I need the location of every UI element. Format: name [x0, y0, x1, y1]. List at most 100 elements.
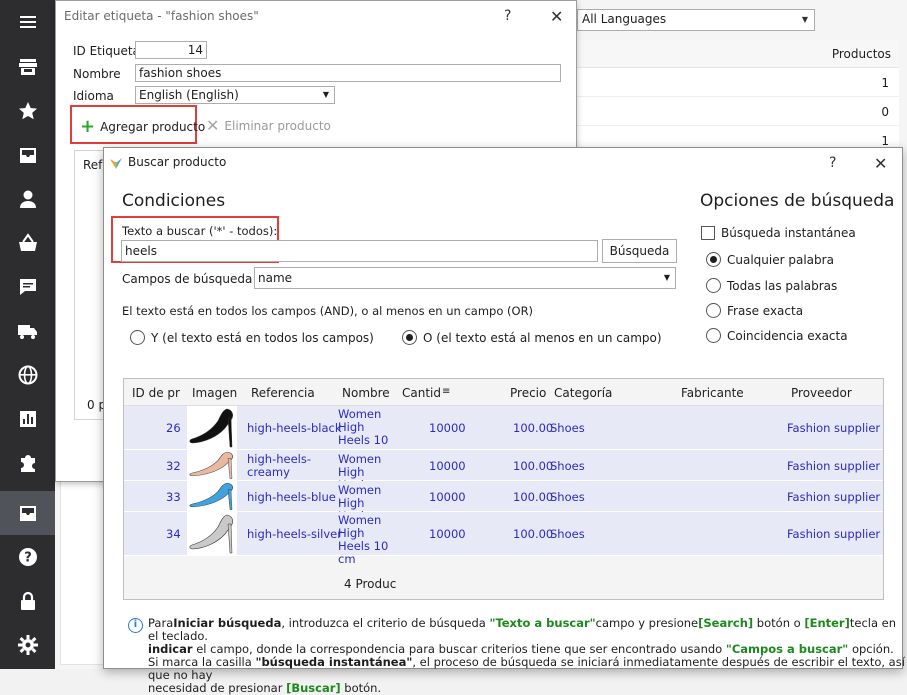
cell-category: Shoes — [550, 527, 585, 541]
name-label: Nombre — [73, 67, 121, 81]
match-exact-phrase[interactable]: Frase exacta — [706, 303, 803, 318]
radio-or[interactable]: O (el texto está al menos en un campo) — [402, 330, 662, 345]
inbox-icon — [19, 506, 36, 521]
sort-icon[interactable]: ≡ — [442, 386, 450, 397]
instant-search-checkbox[interactable]: Búsqueda instantánea — [701, 226, 856, 240]
column-header-manufacturer[interactable]: Fabricante — [681, 386, 744, 400]
column-header-id[interactable]: ID de pr — [132, 386, 180, 400]
column-header-category[interactable]: Categoría — [554, 386, 612, 400]
info-text-part: "Campos a buscar" — [725, 642, 849, 656]
radio-icon — [706, 303, 721, 318]
column-header-price[interactable]: Precio — [510, 386, 546, 400]
shoe-image — [187, 406, 237, 449]
sidebar-item-menu[interactable] — [0, 0, 55, 44]
radio-icon — [130, 330, 145, 345]
sidebar-item-chart[interactable] — [0, 397, 55, 441]
plus-icon: + — [80, 116, 96, 137]
sidebar-item-help[interactable]: ? — [0, 535, 55, 579]
menu-icon — [19, 16, 36, 28]
chevron-down-icon: ▼ — [322, 90, 329, 99]
cell-id: 32 — [166, 459, 181, 473]
match-exact-match[interactable]: Coincidencia exacta — [706, 328, 848, 343]
chevron-down-icon: ▼ — [663, 273, 670, 282]
sidebar-item-gear[interactable] — [0, 623, 55, 667]
add-product-label: Agregar producto — [100, 120, 206, 134]
cell-reference: high-heels-creamy — [247, 452, 311, 479]
column-header-image[interactable]: Imagen — [192, 386, 237, 400]
svg-text:?: ? — [24, 551, 32, 566]
shoe-image — [187, 450, 237, 480]
close-button[interactable]: ✕ — [874, 154, 887, 173]
inbox-icon — [19, 148, 36, 163]
table-row[interactable]: 32 high-heels-creamy Women High Heels 10… — [124, 450, 883, 492]
message-icon — [19, 279, 36, 295]
search-button[interactable]: Búsqueda — [602, 239, 677, 263]
sidebar-item-inbox[interactable] — [0, 133, 55, 177]
column-header-name[interactable]: Nombre — [342, 386, 390, 400]
column-header-quantity[interactable]: Cantid — [402, 386, 441, 400]
table-row[interactable]: 0 — [573, 97, 899, 126]
table-row[interactable]: 1 — [573, 68, 899, 97]
fields-label: Campos de búsqueda en — [122, 272, 272, 286]
sidebar-item-inbox[interactable] — [0, 491, 55, 535]
id-field[interactable]: 14 — [135, 41, 207, 59]
cell-price: 100.00 — [513, 459, 554, 473]
remove-product-label: Eliminar producto — [224, 119, 331, 133]
add-product-button[interactable]: + Agregar producto — [80, 118, 205, 136]
grid-header: ID de pr Imagen Referencia Nombre Cantid… — [124, 379, 883, 406]
products-column-header[interactable]: Productos — [573, 40, 899, 68]
match-option-label: Todas las palabras — [727, 278, 838, 293]
help-icon: ? — [18, 548, 37, 566]
cell-quantity: 10000 — [429, 421, 466, 435]
radio-icon — [706, 328, 721, 343]
grid-footer-count: 4 Produc — [344, 577, 397, 591]
table-row[interactable]: 34 high-heels-silver Women High Heels 10… — [124, 512, 883, 566]
info-text: ParaIniciar búsqueda, introduzca el crit… — [148, 617, 907, 695]
language-select[interactable]: All Languages ▼ — [577, 9, 815, 31]
sidebar-item-store[interactable] — [0, 45, 55, 89]
dialog-title: Editar etiqueta - "fashion shoes" — [64, 9, 259, 23]
language-dropdown[interactable]: English (English) ▼ — [135, 86, 335, 104]
sidebar-item-globe[interactable] — [0, 353, 55, 397]
shoe-image — [187, 512, 237, 555]
sidebar-item-truck[interactable] — [0, 309, 55, 353]
language-select-value: All Languages — [582, 12, 667, 26]
radio-and[interactable]: Y (el texto está en todos los campos) — [130, 330, 374, 345]
column-header-supplier[interactable]: Proveedor — [791, 386, 852, 400]
sidebar-item-lock[interactable] — [0, 579, 55, 623]
sidebar-item-star[interactable] — [0, 89, 55, 133]
match-all-words[interactable]: Todas las palabras — [706, 278, 837, 293]
help-button[interactable]: ? — [829, 155, 836, 171]
user-icon — [19, 190, 36, 208]
cell-quantity: 10000 — [429, 459, 466, 473]
lock-icon — [20, 591, 35, 610]
remove-product-button[interactable]: ✕ Eliminar producto — [206, 118, 331, 134]
language-value: English (English) — [139, 88, 239, 102]
shoe-image — [187, 481, 237, 511]
dialog-title: Buscar producto — [128, 155, 227, 169]
name-field[interactable]: fashion shoes — [135, 64, 561, 82]
match-option-label: Coincidencia exacta — [727, 328, 848, 343]
sidebar-item-puzzle[interactable] — [0, 441, 55, 485]
cell-id: 33 — [166, 490, 181, 504]
radio-or-label: O (el texto está al menos en un campo) — [423, 330, 662, 345]
search-input[interactable]: heels — [121, 240, 598, 262]
fields-dropdown[interactable]: name ▼ — [254, 267, 676, 289]
match-option-label: Frase exacta — [727, 303, 804, 318]
close-button[interactable]: ✕ — [550, 7, 563, 26]
match-any-word[interactable]: Cualquier palabra — [706, 252, 834, 267]
app-logo-icon — [110, 158, 122, 169]
radio-selected-icon — [706, 252, 721, 267]
help-button[interactable]: ? — [504, 8, 511, 24]
sidebar-item-basket[interactable] — [0, 221, 55, 265]
cell-supplier: Fashion supplier — [787, 421, 881, 435]
search-options-heading: Opciones de búsqueda — [700, 191, 895, 211]
column-header-reference[interactable]: Referencia — [251, 386, 315, 400]
table-row[interactable]: 26 high-heels-black Women High Heels 10 … — [124, 406, 883, 460]
sidebar-item-message[interactable] — [0, 265, 55, 309]
logic-text: El texto está en todos los campos (AND),… — [122, 304, 534, 318]
gear-icon — [17, 635, 38, 655]
table-row[interactable]: 33 high-heels-blue Women High Heels 1000… — [124, 481, 883, 523]
sidebar-item-user[interactable] — [0, 177, 55, 221]
radio-icon — [706, 278, 721, 293]
